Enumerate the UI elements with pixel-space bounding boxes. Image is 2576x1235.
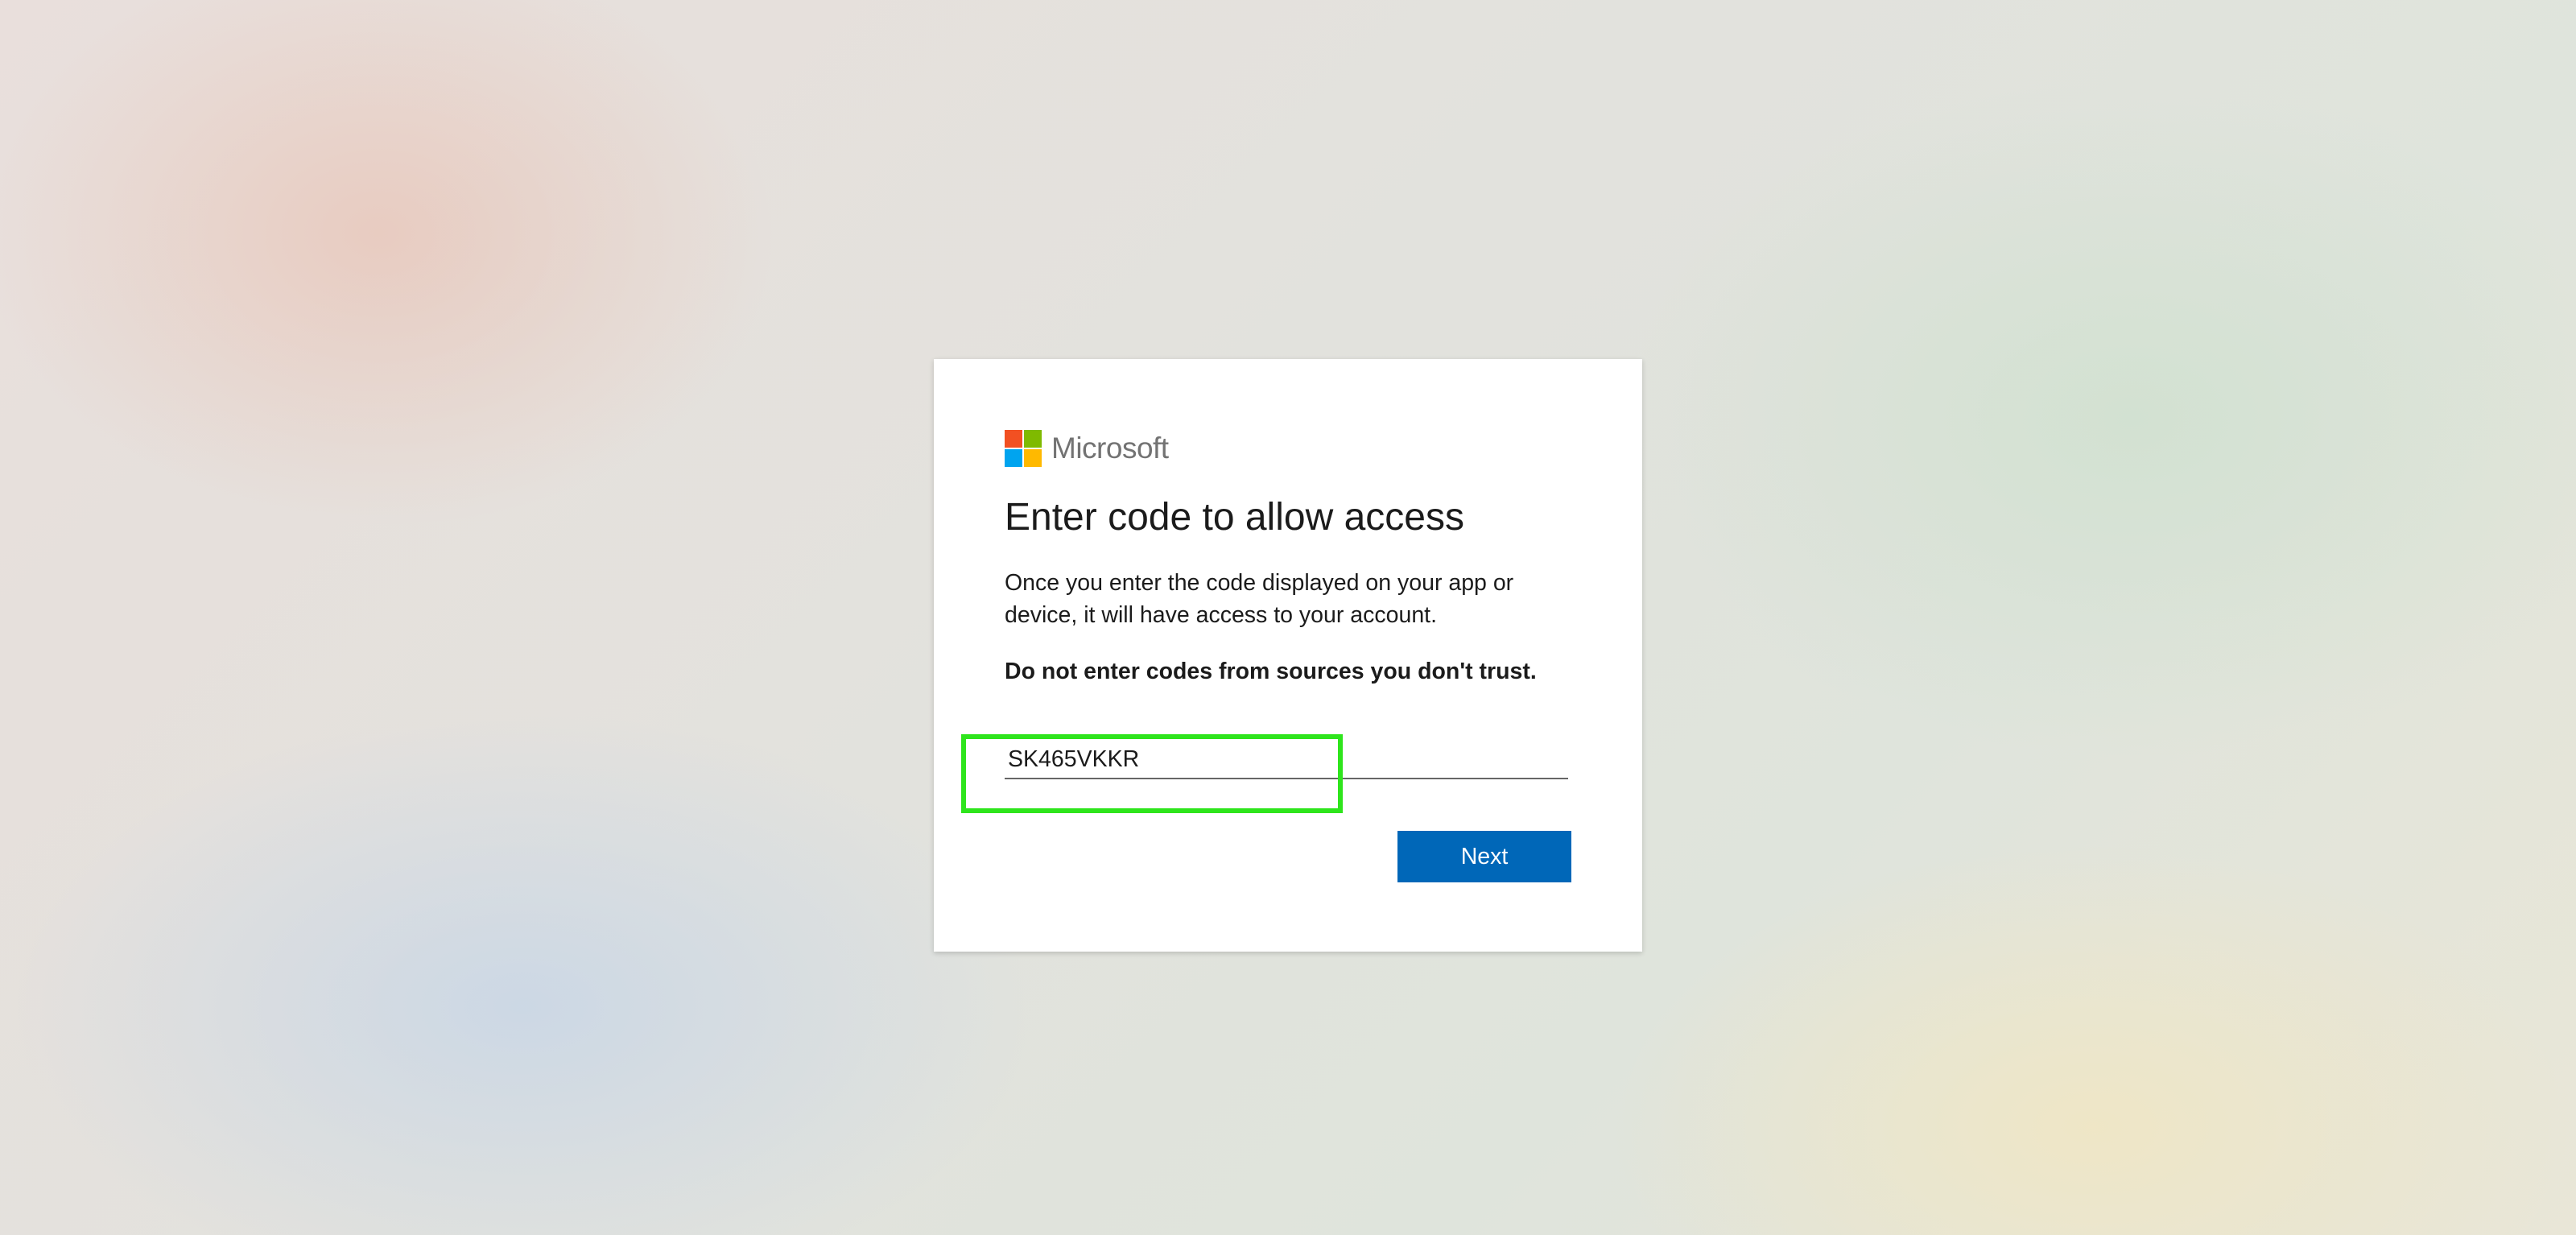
sign-in-card: Microsoft Enter code to allow access Onc… [934,359,1642,952]
microsoft-logo-icon [1005,430,1042,467]
security-warning: Do not enter codes from sources you don'… [1005,659,1537,684]
logo-yellow-square [1024,449,1042,467]
logo-blue-square [1005,449,1022,467]
logo-red-square [1005,430,1022,448]
microsoft-logo: Microsoft [1005,430,1169,467]
description-text: Once you enter the code displayed on you… [1005,570,1514,628]
page-title: Enter code to allow access [1005,496,1464,539]
logo-text: Microsoft [1051,432,1169,465]
next-button[interactable]: Next [1397,831,1571,882]
code-input[interactable] [1005,741,1568,779]
logo-green-square [1024,430,1042,448]
